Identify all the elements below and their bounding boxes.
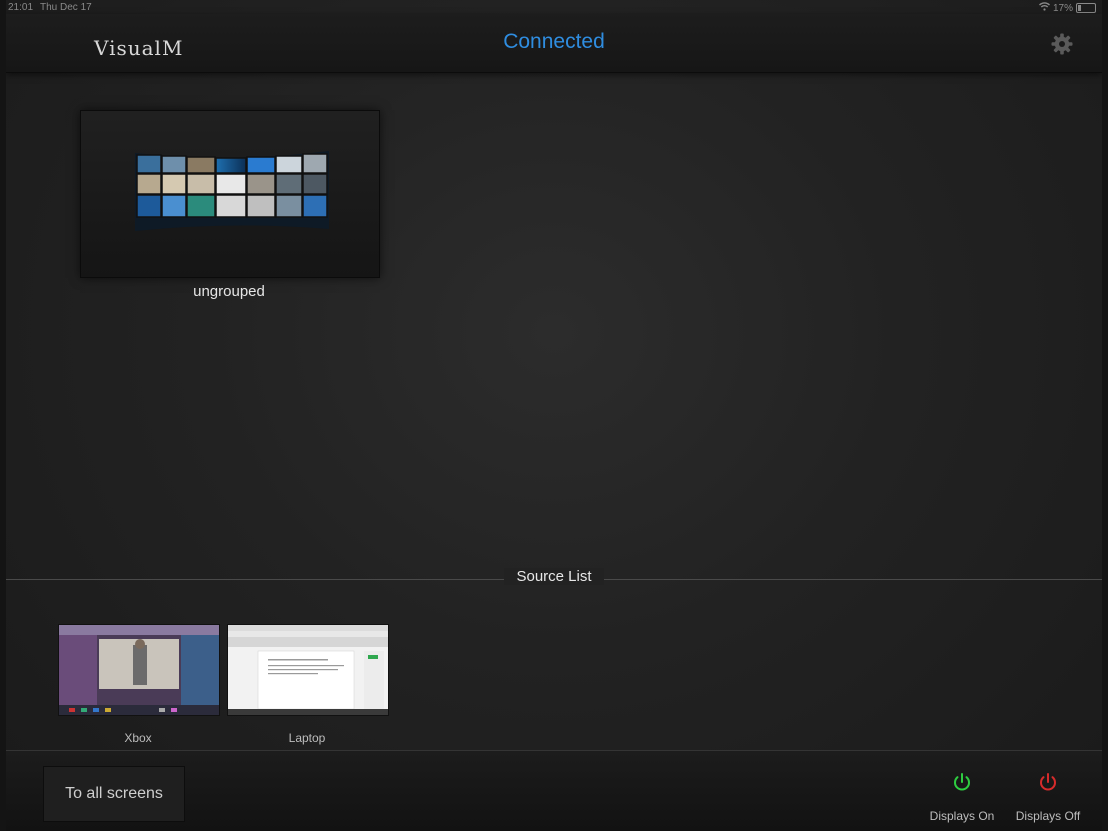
power-on-icon [954, 773, 970, 791]
status-indicators: 17% [1038, 2, 1096, 14]
video-wall-thumbnail [135, 151, 329, 231]
to-all-screens-button[interactable]: To all screens [43, 766, 185, 822]
source-list-title-text: Source List [504, 568, 604, 585]
source-xbox[interactable]: Xbox [58, 624, 220, 745]
app-window: 21:01 Thu Dec 17 17% VisualM Connected u… [6, 0, 1102, 831]
bottom-bar: To all screens Displays On Displays Off [6, 751, 1102, 831]
displays-on-label: Displays On [929, 809, 995, 823]
source-laptop[interactable]: Laptop [227, 624, 389, 745]
group-label: ungrouped [193, 283, 265, 300]
source-thumbnail-laptop [227, 624, 389, 716]
status-date: Thu Dec 17 [40, 2, 92, 13]
displays-off-button[interactable]: Displays Off [1008, 771, 1088, 823]
displays-off-label: Displays Off [1015, 809, 1081, 823]
header-bar: VisualM Connected [6, 14, 1102, 73]
source-list-title: Source List [6, 568, 1102, 586]
battery-percent: 17% [1052, 2, 1073, 14]
connection-status: Connected [503, 30, 605, 53]
wifi-icon [1038, 2, 1050, 14]
source-label-laptop: Laptop [288, 731, 326, 745]
group-tile-ungrouped[interactable] [80, 110, 380, 278]
source-label-xbox: Xbox [124, 731, 152, 745]
status-time: 21:01 [8, 2, 34, 13]
source-thumbnail-xbox [58, 624, 220, 716]
power-off-icon [1040, 773, 1056, 791]
battery-icon [1076, 3, 1096, 13]
displays-on-button[interactable]: Displays On [922, 771, 1002, 823]
gear-icon[interactable] [1050, 32, 1074, 56]
